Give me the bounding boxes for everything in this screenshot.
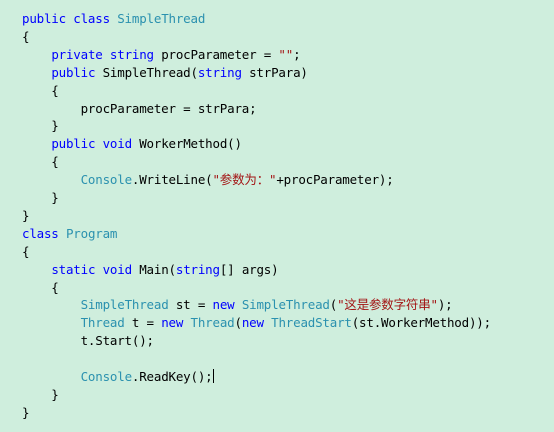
code-token: { [22,82,59,98]
code-token: t.Start(); [22,333,154,349]
code-token: SimpleThread [80,297,169,313]
code-line: Console.WriteLine("参数为："+procParameter); [22,171,394,189]
code-token: new [241,315,272,331]
code-token: ; [293,46,301,62]
code-token: ThreadStart [271,315,352,331]
code-token: st = [168,297,213,313]
code-line: SimpleThread st = new SimpleThread("这是参数… [22,296,453,314]
code-token: Thread [190,315,235,331]
code-token: SimpleThread [241,297,330,313]
code-token: } [22,207,30,223]
code-line: } [22,189,59,207]
code-token: } [22,386,59,402]
text-cursor [213,369,215,383]
code-token: WorkerMethod() [139,136,242,152]
code-token: t = [124,315,162,331]
code-token: static void [51,261,140,277]
code-line: Console.ReadKey(); [22,368,215,386]
code-token: } [22,404,30,420]
code-token: } [22,190,59,205]
code-token: public void [51,136,140,152]
code-token: .WriteLine( [131,172,213,188]
code-token: Console [80,369,132,384]
code-line: static void Main(string[] args) [22,261,278,279]
code-token: ( [234,315,243,331]
code-line: t.Start(); [22,332,154,350]
code-token: +procParameter); [276,172,394,188]
code-line: { [22,28,30,46]
code-token: SimpleThread [117,11,206,26]
code-token: string [197,64,250,80]
code-line: public SimpleThread(string strPara) [22,64,308,82]
code-token: { [22,154,59,170]
code-token: class [22,225,66,241]
code-line: public void WorkerMethod() [22,135,242,153]
code-token: "" [278,46,294,62]
code-token: procParameter = [161,46,279,62]
code-token: public [51,64,103,80]
code-token: } [22,118,59,134]
code-token: ); [437,297,453,313]
code-token: strPara) [249,64,308,80]
code-line: } [22,404,30,422]
code-editor[interactable]: public class SimpleThread{ private strin… [0,0,554,432]
code-token: new [212,297,242,313]
code-token: "这是参数字符串" [337,297,438,313]
code-line: { [22,82,59,100]
code-line: procParameter = strPara; [22,100,257,118]
code-line: } [22,207,30,225]
code-token: Main( [139,261,176,277]
code-line: private string procParameter = ""; [22,46,300,64]
code-line: class Program [22,225,117,243]
code-line: { [22,279,59,297]
code-token: Thread [80,315,125,331]
code-token: .ReadKey(); [131,369,213,384]
code-token: (st.WorkerMethod)); [351,315,491,331]
code-token: { [22,279,59,295]
code-token: new [161,315,191,331]
code-line: public class SimpleThread [22,10,205,28]
code-token: Console [80,172,132,188]
code-token: public class [22,11,118,26]
code-line: { [22,243,30,261]
code-token: string [175,261,220,277]
code-line: } [22,117,59,135]
code-line: } [22,386,59,404]
code-line: Thread t = new Thread(new ThreadStart(st… [22,314,492,332]
code-token: private string [51,46,162,62]
code-token: { [22,243,30,259]
code-token: Program [65,225,118,241]
code-token: ( [329,297,338,313]
code-line: { [22,153,59,171]
code-token: { [22,28,30,44]
code-token: "参数为：" [212,172,277,188]
code-token: procParameter = strPara; [22,100,257,116]
code-token: [] args) [219,261,279,277]
code-token: SimpleThread( [102,64,198,80]
